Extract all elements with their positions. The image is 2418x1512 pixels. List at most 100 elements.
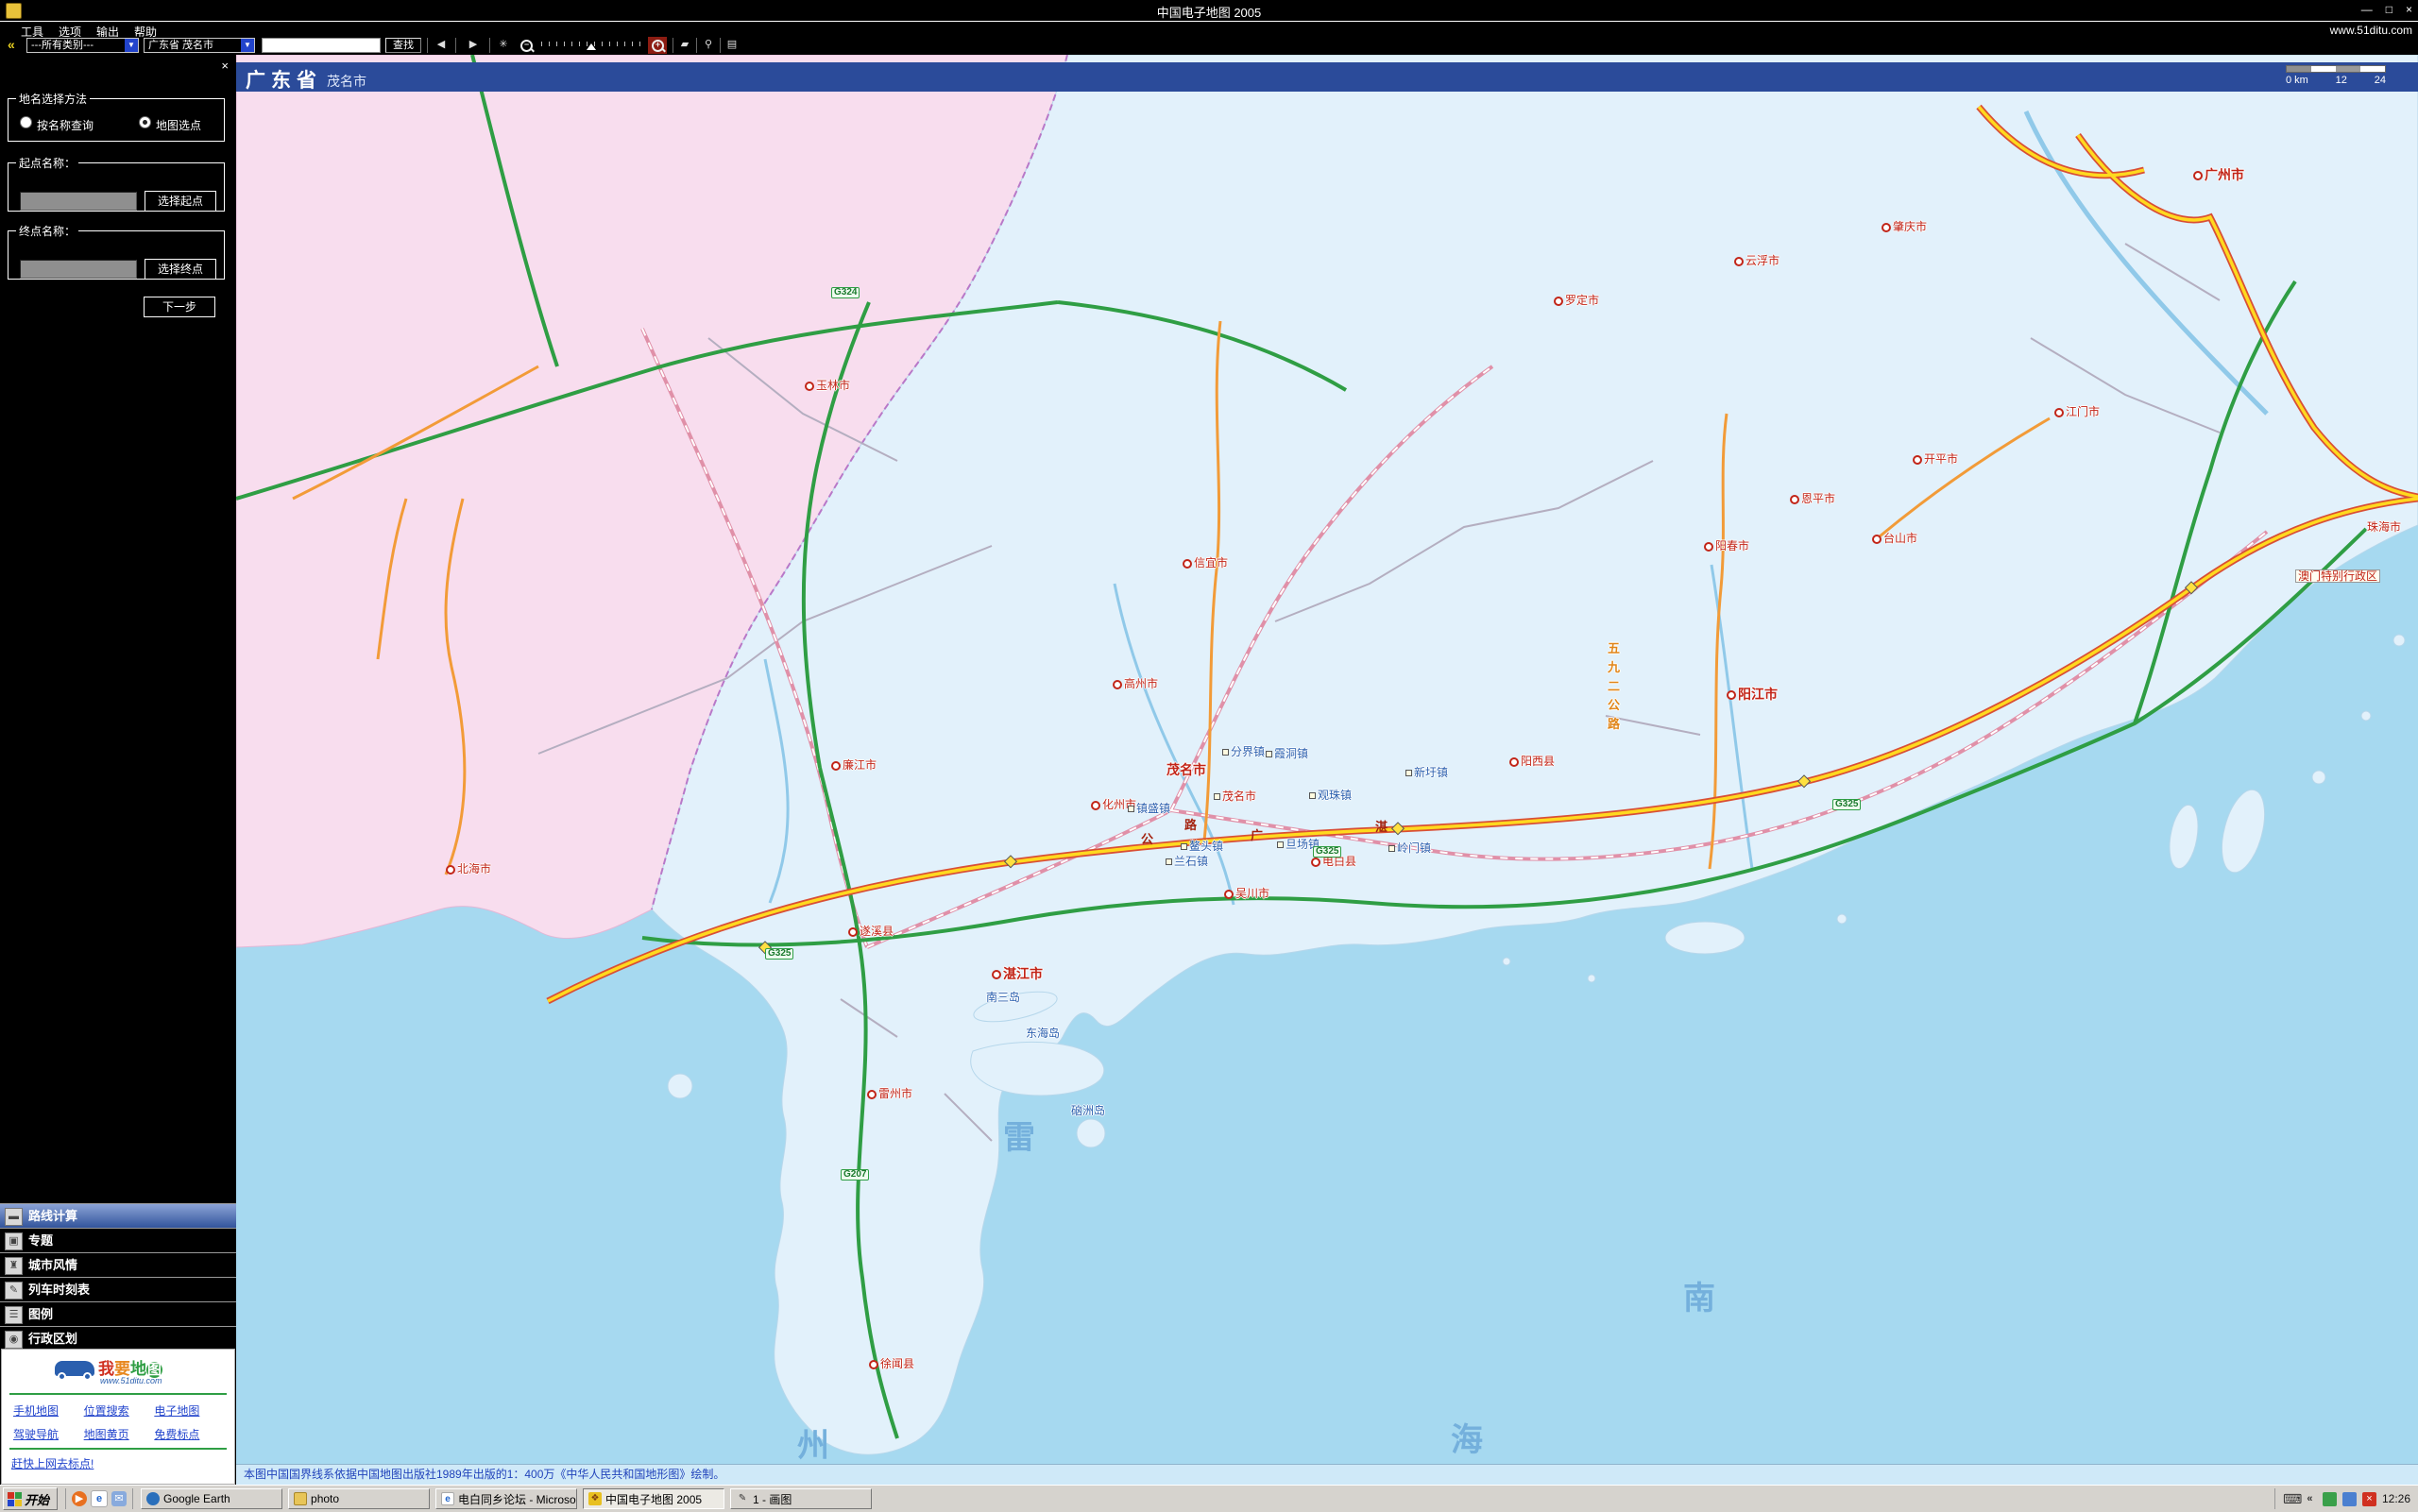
map-label: 阳西县 <box>1509 756 1555 767</box>
mark-point-link[interactable]: 赶快上网去标点! <box>2 1452 234 1471</box>
zoom-in-button[interactable]: + <box>648 37 667 54</box>
end-group: 终点名称： 选择终点 <box>8 223 225 280</box>
radio-by-name[interactable] <box>20 116 32 128</box>
zoom-out-icon[interactable]: − <box>520 40 533 52</box>
map-label: 九 <box>1608 661 1620 673</box>
map-label: 吴川市 <box>1224 888 1269 899</box>
sidebar-item-城市风情[interactable]: ♜城市风情 <box>0 1252 236 1277</box>
sidebar-item-icon: ▬ <box>5 1208 23 1226</box>
globe-icon <box>146 1492 160 1505</box>
os-taskbar: 开始 ▶ e ✉ Google Earth photoe电白同乡论坛 - Micr… <box>0 1485 2418 1512</box>
taskbar-button[interactable]: ❖中国电子地图 2005 <box>583 1488 724 1509</box>
promo-link[interactable]: 驾驶导航 <box>13 1426 84 1442</box>
network-tray-icon[interactable] <box>2342 1492 2357 1506</box>
choose-end-button[interactable]: 选择终点 <box>145 259 216 280</box>
close-icon[interactable]: × <box>221 59 229 73</box>
back-arrow-button[interactable]: ◀ <box>433 38 450 53</box>
map-icon: ❖ <box>588 1492 602 1505</box>
map-label: G325 <box>765 948 793 960</box>
map-label: 分界镇 <box>1222 746 1265 757</box>
end-name-input[interactable] <box>20 260 137 279</box>
sidebar-item-列车时刻表[interactable]: ✎列车时刻表 <box>0 1277 236 1301</box>
network-error-icon[interactable]: × <box>2362 1492 2376 1506</box>
pan-hand-tool[interactable]: ✳ <box>495 38 512 53</box>
internet-explorer-icon[interactable]: e <box>91 1490 108 1507</box>
paint-icon: ✎ <box>736 1492 749 1505</box>
taskbar-button[interactable]: ✎1 - 画图 <box>730 1488 872 1509</box>
map-labels-layer: 广州市茂名市茂名市湛江市阳江市北海市雷州市徐闻县吴川市电白县阳西县廉江市化州市高… <box>236 55 2418 1485</box>
map-label: 澳门特别行政区 <box>2295 569 2380 583</box>
town-marker <box>1128 806 1134 812</box>
choose-start-button[interactable]: 选择起点 <box>145 191 216 212</box>
ie-icon: e <box>441 1492 454 1505</box>
mail-icon[interactable]: ✉ <box>111 1491 127 1506</box>
minimize-button[interactable]: — <box>2361 3 2373 16</box>
zoom-slider[interactable] <box>541 40 647 50</box>
chevron-down-icon[interactable]: ▼ <box>125 39 138 52</box>
town-marker <box>1266 751 1272 757</box>
chevron-down-icon[interactable]: ▼ <box>241 39 254 52</box>
map-label: 东海岛 <box>1026 1028 1060 1039</box>
start-group: 起点名称： 选择起点 <box>8 155 225 212</box>
map-label: 茂名市 <box>1214 790 1256 802</box>
city-marker <box>1091 801 1100 810</box>
close-button[interactable]: × <box>2406 3 2412 16</box>
map-label: 徐闻县 <box>869 1358 914 1369</box>
zoom-in-icon: + <box>652 40 664 52</box>
zoom-slider-thumb[interactable] <box>587 43 596 50</box>
taskbar-button[interactable]: photo <box>288 1488 430 1509</box>
pushpin-tool-icon[interactable]: ⚲ <box>700 38 717 53</box>
sidebar-item-行政区划[interactable]: ◉ 行政区划 <box>0 1326 236 1351</box>
region-dropdown[interactable]: 广东省 茂名市 ▼ <box>144 38 255 53</box>
map-label: 海 <box>1451 1424 1483 1456</box>
maximize-button[interactable]: □ <box>2386 3 2392 16</box>
map-label: 肇庆市 <box>1882 221 1927 232</box>
open-folder-icon[interactable]: ▤ <box>724 38 741 53</box>
search-input[interactable] <box>262 38 381 53</box>
radio-map-pick[interactable] <box>139 116 151 128</box>
map-label: 雷 <box>1003 1122 1035 1154</box>
city-marker <box>1509 757 1519 767</box>
promo-link[interactable]: 地图黄页 <box>84 1426 155 1442</box>
map-label: 广州市 <box>2193 168 2244 181</box>
map-canvas[interactable]: 广州市茂名市茂名市湛江市阳江市北海市雷州市徐闻县吴川市电白县阳西县廉江市化州市高… <box>236 55 2418 1485</box>
map-label: 霞洞镇 <box>1266 748 1308 759</box>
map-label: 阳春市 <box>1704 540 1749 552</box>
media-player-icon[interactable]: ▶ <box>72 1491 87 1506</box>
map-label: G325 <box>1832 799 1861 810</box>
promo-link[interactable]: 免费标点 <box>154 1426 225 1442</box>
city-marker <box>848 927 858 937</box>
map-label: 镇盛镇 <box>1128 803 1170 814</box>
keyboard-layout-icon[interactable]: ⌨ <box>2283 1492 2297 1506</box>
city-marker <box>1224 890 1234 899</box>
map-label: 雷州市 <box>867 1088 912 1099</box>
sidebar-item-专题[interactable]: ▣专题 <box>0 1228 236 1252</box>
promo-link[interactable]: 电子地图 <box>154 1402 225 1419</box>
start-button[interactable]: 开始 <box>3 1487 58 1510</box>
search-button[interactable]: 查找 <box>385 38 421 53</box>
map-label: 路 <box>1184 819 1197 831</box>
sidebar-item-路线计算[interactable]: ▬路线计算 <box>0 1203 236 1228</box>
sidebar-item-label: 城市风情 <box>28 1258 77 1272</box>
next-step-button[interactable]: 下一步 <box>144 297 215 317</box>
city-marker <box>1882 223 1891 232</box>
sidebar-item-icon: ◉ <box>5 1331 23 1349</box>
logo-url: www.51ditu.com <box>100 1376 162 1385</box>
city-marker <box>1734 257 1744 266</box>
map-label: 州 <box>797 1430 829 1462</box>
taskbar-button[interactable]: e电白同乡论坛 - Microso... <box>435 1488 577 1509</box>
sidebar-item-label: 行政区划 <box>28 1332 77 1346</box>
taskbar-button[interactable]: Google Earth <box>141 1488 282 1509</box>
sidebar-item-图例[interactable]: ☰图例 <box>0 1301 236 1326</box>
start-name-input[interactable] <box>20 192 137 211</box>
category-dropdown[interactable]: ---所有类别--- ▼ <box>26 38 139 53</box>
town-marker <box>1309 792 1316 799</box>
tray-chevron-icon[interactable]: « <box>2303 1492 2317 1506</box>
collapse-panel-icon[interactable]: « <box>8 37 15 52</box>
promo-links: 手机地图位置搜索电子地图驾驶导航地图黄页免费标点 <box>2 1397 234 1446</box>
promo-link[interactable]: 位置搜索 <box>84 1402 155 1419</box>
measure-tool-icon[interactable]: ▰ <box>676 38 693 53</box>
forward-arrow-button[interactable]: ▶ <box>465 38 482 53</box>
update-tray-icon[interactable] <box>2323 1492 2337 1506</box>
promo-link[interactable]: 手机地图 <box>13 1402 84 1419</box>
